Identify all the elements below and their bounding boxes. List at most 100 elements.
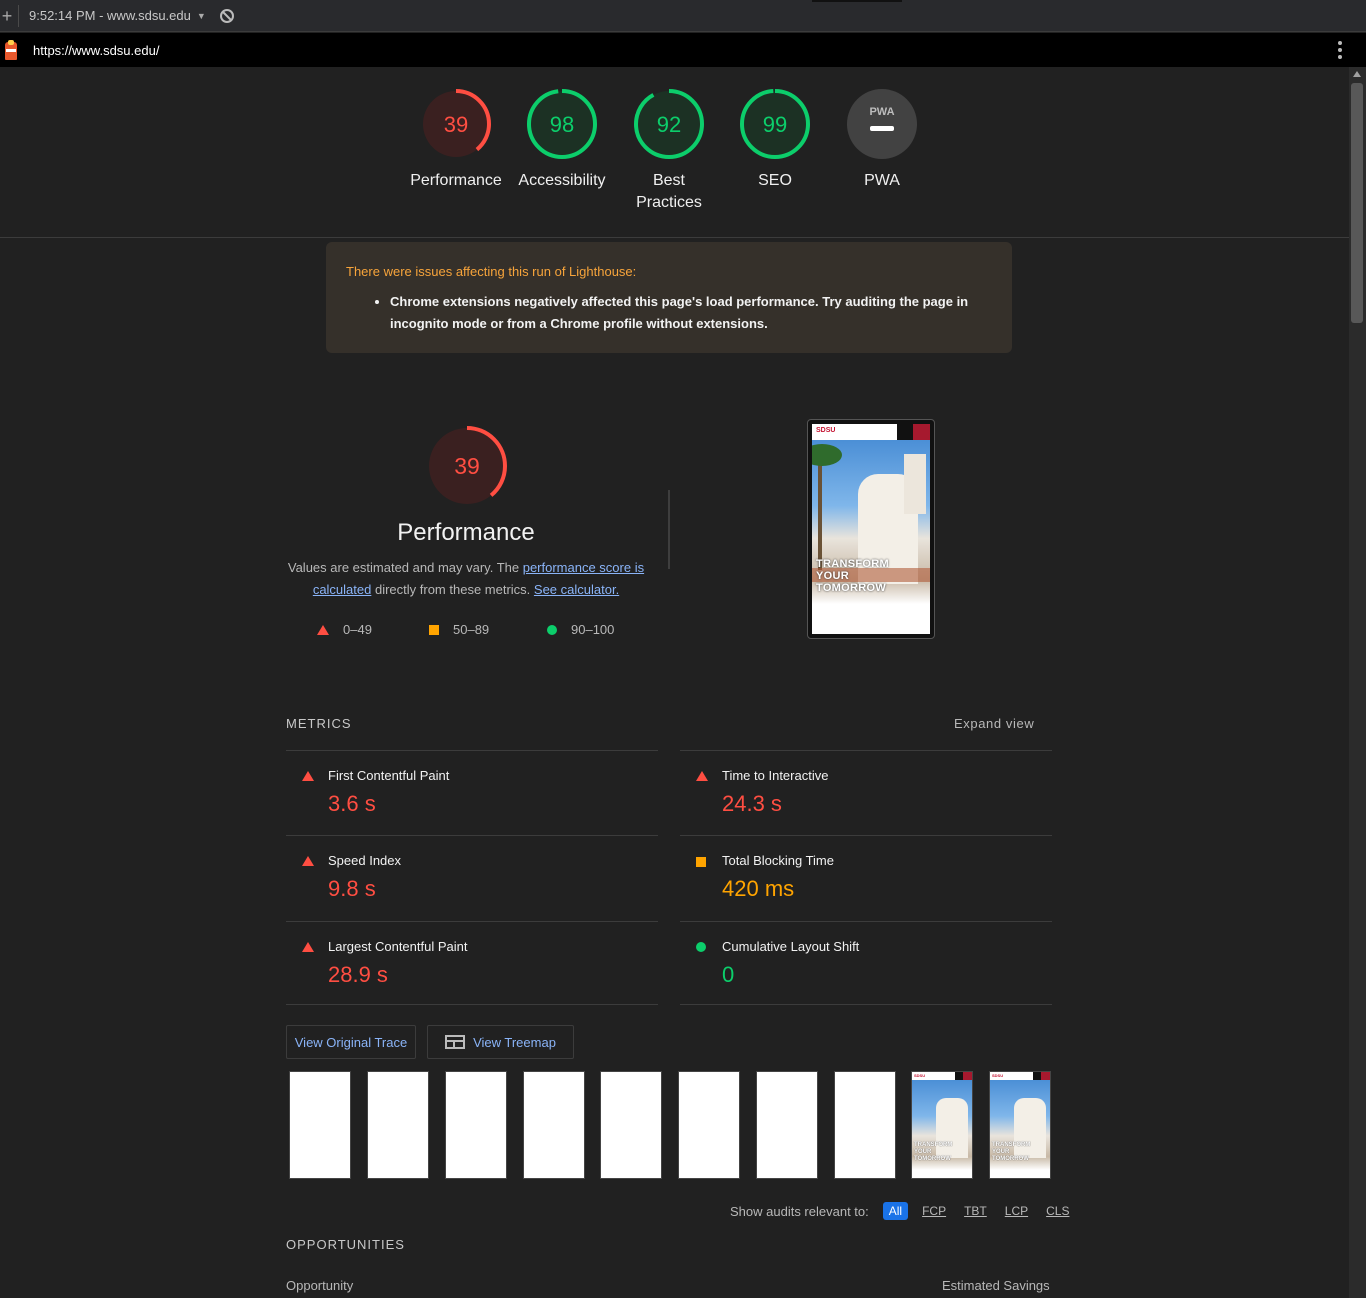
site-logo: SDSU [816, 427, 836, 434]
gauge-seo[interactable]: 99 SEO [720, 88, 830, 192]
report-url[interactable]: https://www.sdsu.edu/ [33, 43, 159, 58]
metric-name: Cumulative Layout Shift [722, 939, 860, 954]
legend-label: 50–89 [453, 622, 490, 637]
pwa-badge-icon: PWA [847, 89, 917, 159]
filter-chip-lcp[interactable]: LCP [1001, 1202, 1032, 1220]
filmstrip-frame [289, 1071, 351, 1179]
divider [680, 1004, 1052, 1005]
plus-icon[interactable]: + [0, 0, 14, 32]
filter-chip-all[interactable]: All [882, 1202, 909, 1220]
opportunity-column-header: Opportunity [286, 1278, 354, 1293]
final-screenshot[interactable]: SDSU TRANSFORM YOUR TOMORROW [807, 419, 935, 639]
filmstrip-frame [445, 1071, 507, 1179]
filter-chip-fcp[interactable]: FCP [918, 1202, 950, 1220]
performance-description: Values are estimated and may vary. The p… [286, 557, 646, 601]
scroll-up-arrow-icon[interactable] [1353, 71, 1361, 77]
metric-speed-index: Speed Index 9.8 s [286, 835, 658, 921]
category-gauges: 39 Performance 98 Accessibility 92 Best … [0, 67, 1349, 238]
frame-hero-text: TRANSFORM YOUR TOMORROW [992, 1142, 1031, 1162]
gauge-best-practices[interactable]: 92 Best Practices [614, 88, 724, 214]
divider [668, 490, 670, 569]
devtools-toolbar: + 9:52:14 PM - www.sdsu.edu ▼ [0, 0, 1366, 32]
audit-filter: Show audits relevant to: All FCP TBT LCP… [730, 1202, 1073, 1220]
metric-value: 24.3 s [722, 791, 782, 816]
warning-item: Chrome extensions negatively affected th… [390, 291, 990, 335]
view-treemap-button[interactable]: View Treemap [427, 1025, 574, 1059]
gauge-performance[interactable]: 39 Performance [401, 88, 511, 192]
scrollbar-thumb[interactable] [1351, 83, 1363, 323]
kebab-menu-icon[interactable] [1338, 41, 1342, 59]
desc-text: Values are estimated and may vary. The [287, 560, 523, 575]
gauge-ring: 98 [527, 89, 597, 159]
opportunities-heading: OPPORTUNITIES [286, 1237, 405, 1252]
gauge-score: 39 [444, 112, 468, 137]
divider [286, 1004, 658, 1005]
view-original-trace-button[interactable]: View Original Trace [286, 1025, 416, 1059]
gauge-pwa[interactable]: PWA PWA [827, 88, 937, 192]
filmstrip-frame [834, 1071, 896, 1179]
filmstrip-frame [367, 1071, 429, 1179]
metric-fcp: First Contentful Paint 3.6 s [286, 750, 658, 836]
hero-line: TRANSFORM [816, 558, 889, 570]
legend-average: 50–89 [429, 622, 489, 637]
filmstrip-frame [523, 1071, 585, 1179]
gauge-label: Best Practices [636, 172, 702, 211]
filter-chip-cls[interactable]: CLS [1042, 1202, 1073, 1220]
chevron-down-icon: ▼ [196, 10, 206, 21]
tab-indicator [812, 0, 902, 2]
search-icon [897, 424, 913, 440]
button-label: View Treemap [473, 1034, 556, 1050]
metric-tbt: Total Blocking Time 420 ms [680, 835, 1052, 921]
scrollbar[interactable] [1349, 67, 1366, 1298]
gauge-ring: 39 [421, 89, 491, 159]
lighthouse-logo-icon [4, 40, 18, 60]
expand-view-toggle[interactable]: Expand view [954, 716, 1034, 731]
savings-column-header: Estimated Savings [942, 1278, 1050, 1293]
frame-hero-text: TRANSFORM YOUR TOMORROW [914, 1142, 953, 1162]
gauge-label: Accessibility [518, 172, 606, 189]
performance-gauge: 39 [426, 425, 508, 512]
hero-image: TRANSFORM YOUR TOMORROW [812, 440, 930, 604]
gauge-accessibility[interactable]: 98 Accessibility [507, 88, 617, 192]
warning-title: There were issues affecting this run of … [346, 264, 637, 279]
average-square-icon [429, 624, 439, 635]
metric-name: Largest Contentful Paint [328, 939, 468, 954]
metric-tti: Time to Interactive 24.3 s [680, 750, 1052, 836]
report-selector[interactable]: 9:52:14 PM - www.sdsu.edu ▼ [29, 8, 206, 23]
metric-value: 3.6 s [328, 791, 376, 816]
filter-chip-tbt[interactable]: TBT [960, 1202, 991, 1220]
report-url-bar: https://www.sdsu.edu/ [0, 33, 1366, 67]
metrics-heading: METRICS [286, 716, 352, 731]
clear-icon[interactable] [219, 8, 234, 23]
hero-text: TRANSFORM YOUR TOMORROW [816, 558, 889, 594]
legend-label: 0–49 [343, 622, 372, 637]
gauge-score: 99 [763, 112, 787, 137]
metric-name: Total Blocking Time [722, 853, 834, 868]
metric-name: First Contentful Paint [328, 768, 450, 783]
button-label: View Original Trace [294, 1034, 408, 1050]
filmstrip-frame [600, 1071, 662, 1179]
filmstrip-frame: SDSU TRANSFORM YOUR TOMORROW [989, 1071, 1051, 1179]
average-square-icon [696, 857, 706, 867]
pass-circle-icon [696, 942, 706, 952]
desc-text: directly from these metrics. [371, 582, 534, 597]
performance-score: 39 [454, 453, 480, 479]
warning-box: There were issues affecting this run of … [326, 242, 1012, 353]
metric-cls: Cumulative Layout Shift 0 [680, 921, 1052, 1007]
see-calculator-link[interactable]: See calculator. [534, 582, 619, 597]
legend-label: 90–100 [571, 622, 615, 637]
fail-triangle-icon [302, 771, 314, 781]
pass-circle-icon [547, 624, 557, 635]
filmstrip-frame: SDSU TRANSFORM YOUR TOMORROW [911, 1071, 973, 1179]
gauge-label: SEO [758, 172, 792, 189]
toolbar-divider [18, 4, 19, 27]
filmstrip-frame [756, 1071, 818, 1179]
metric-value: 0 [722, 962, 735, 987]
fail-triangle-icon [302, 856, 314, 866]
gauge-ring: 99 [740, 89, 810, 159]
filter-label: Show audits relevant to: [730, 1203, 869, 1219]
metric-lcp: Largest Contentful Paint 28.9 s [286, 921, 658, 1007]
gauge-ring: 39 [427, 426, 507, 506]
gauge-label: PWA [864, 172, 900, 189]
pwa-badge-text: PWA [869, 106, 894, 118]
